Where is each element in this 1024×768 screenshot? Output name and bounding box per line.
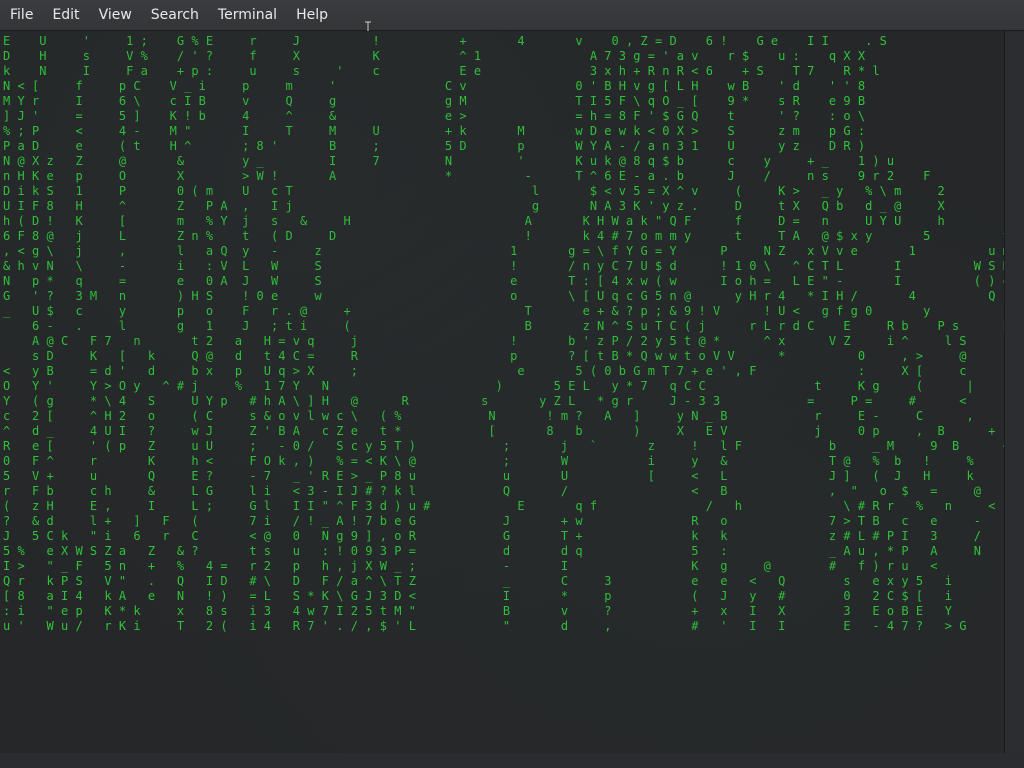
terminal-area[interactable]: E U ' 1 ; G % E r J ! + 4 v 0 , Z = D 6 … bbox=[0, 31, 1004, 753]
menu-file[interactable]: File bbox=[0, 0, 42, 30]
terminal-output: E U ' 1 ; G % E r J ! + 4 v 0 , Z = D 6 … bbox=[3, 34, 1004, 633]
menu-help[interactable]: Help bbox=[286, 0, 337, 30]
window-bottom-border bbox=[0, 753, 1024, 768]
menu-view[interactable]: View bbox=[89, 0, 141, 30]
menu-edit[interactable]: Edit bbox=[42, 0, 88, 30]
vertical-scrollbar[interactable] bbox=[1004, 31, 1024, 753]
menu-bar: File Edit View Search Terminal Help bbox=[0, 0, 1024, 31]
terminal-window: File Edit View Search Terminal Help E U … bbox=[0, 0, 1024, 768]
menu-terminal[interactable]: Terminal bbox=[208, 0, 286, 30]
menu-search[interactable]: Search bbox=[141, 0, 208, 30]
